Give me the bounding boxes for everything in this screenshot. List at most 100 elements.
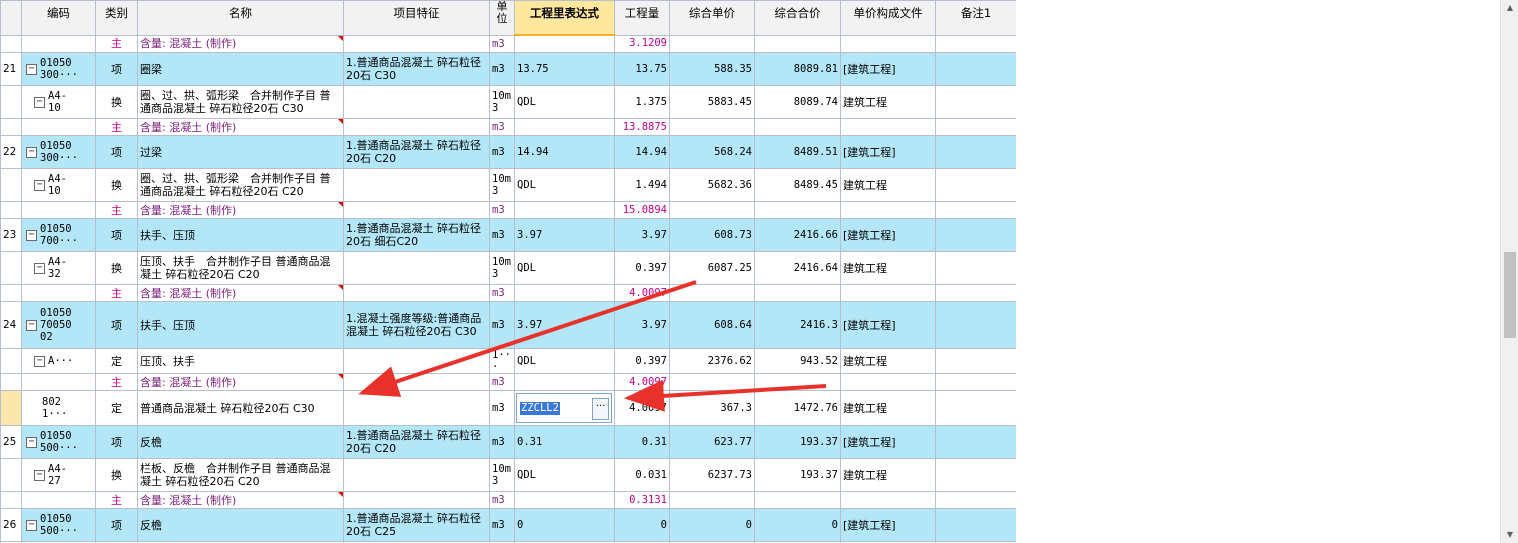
quantity-cell[interactable]: 1.375 <box>614 85 670 119</box>
row-number-cell[interactable] <box>0 168 22 202</box>
feature-cell[interactable] <box>343 85 490 119</box>
name-cell[interactable]: 扶手、压顶 <box>137 301 344 349</box>
feature-cell[interactable]: 1.混凝土强度等级:普通商品混凝土 碎石粒径20石 C30 <box>343 301 490 349</box>
name-cell[interactable]: 圈、过、拱、弧形梁 合并制作子目 普通商品混凝土 碎石粒径20石 C30 <box>137 85 344 119</box>
quantity-cell[interactable]: 0.397 <box>614 251 670 285</box>
feature-cell[interactable] <box>343 168 490 202</box>
col-header-remark1[interactable]: 备注1 <box>935 0 1016 36</box>
row-number-cell[interactable]: 26 <box>0 508 22 542</box>
type-cell[interactable]: 换 <box>95 168 138 202</box>
table-row[interactable]: − A4- 10 换圈、过、拱、弧形梁 合并制作子目 普通商品混凝土 碎石粒径20石… <box>0 168 1016 202</box>
price-file-cell[interactable]: 建筑工程 <box>840 251 936 285</box>
row-number-cell[interactable] <box>0 201 22 219</box>
col-header-unit[interactable]: 单位 <box>489 0 515 36</box>
table-row[interactable]: 主含量: 混凝土 (制作) m3 3.1209 <box>0 34 1016 53</box>
name-cell[interactable]: 含量: 混凝土 (制作) <box>137 201 344 219</box>
type-cell[interactable]: 项 <box>95 425 138 459</box>
feature-cell[interactable] <box>343 491 490 509</box>
price-file-cell[interactable]: 建筑工程 <box>840 458 936 492</box>
code-cell[interactable]: 802 1··· <box>21 390 96 426</box>
total-price-cell[interactable] <box>754 34 841 53</box>
col-header-price-file[interactable]: 单价构成文件 <box>840 0 936 36</box>
expression-cell[interactable]: QDL <box>514 168 615 202</box>
remark1-cell[interactable] <box>935 348 1016 374</box>
feature-cell[interactable] <box>343 201 490 219</box>
quantity-cell[interactable]: 0 <box>614 508 670 542</box>
price-file-cell[interactable]: [建筑工程] <box>840 52 936 86</box>
remark1-cell[interactable] <box>935 85 1016 119</box>
expression-cell[interactable]: QDL <box>514 458 615 492</box>
total-price-cell[interactable] <box>754 201 841 219</box>
unit-cell[interactable]: m3 <box>489 34 515 53</box>
price-file-cell[interactable] <box>840 34 936 53</box>
name-cell[interactable]: 含量: 混凝土 (制作) <box>137 118 344 136</box>
expression-cell[interactable]: 14.94 <box>514 135 615 169</box>
code-cell[interactable] <box>21 491 96 509</box>
row-number-cell[interactable] <box>0 348 22 374</box>
col-header-expression[interactable]: 工程里表达式 <box>514 0 615 36</box>
price-file-cell[interactable] <box>840 118 936 136</box>
row-number-cell[interactable] <box>0 118 22 136</box>
remark1-cell[interactable] <box>935 218 1016 252</box>
collapse-icon[interactable]: − <box>26 63 37 75</box>
vertical-scrollbar[interactable]: ▲ ▼ <box>1500 0 1518 543</box>
collapse-icon[interactable]: − <box>26 519 37 531</box>
total-price-cell[interactable] <box>754 118 841 136</box>
table-row[interactable]: 22−01050 300··· 项过梁 1.普通商品混凝土 碎石粒径20石 C20 m… <box>0 135 1016 169</box>
unit-price-cell[interactable] <box>669 373 755 391</box>
quantity-cell[interactable]: 4.0097 <box>614 373 670 391</box>
type-cell[interactable]: 主 <box>95 201 138 219</box>
unit-price-cell[interactable]: 5682.36 <box>669 168 755 202</box>
price-file-cell[interactable]: 建筑工程 <box>840 390 936 426</box>
row-number-header[interactable] <box>0 0 22 36</box>
quantity-cell[interactable]: 0.397 <box>614 348 670 374</box>
name-cell[interactable]: 过梁 <box>137 135 344 169</box>
table-row[interactable]: 24 −01050 70050 02 项扶手、压顶 1.混凝土强度等级:普通商品混凝土… <box>0 301 1016 349</box>
row-number-cell[interactable] <box>0 491 22 509</box>
quantity-cell[interactable]: 3.97 <box>614 218 670 252</box>
collapse-icon[interactable]: − <box>34 179 45 191</box>
name-cell[interactable]: 反檐 <box>137 508 344 542</box>
expression-cell[interactable] <box>514 201 615 219</box>
unit-cell[interactable]: m3 <box>489 201 515 219</box>
code-cell[interactable] <box>21 284 96 302</box>
total-price-cell[interactable] <box>754 284 841 302</box>
type-cell[interactable]: 定 <box>95 390 138 426</box>
type-cell[interactable]: 主 <box>95 491 138 509</box>
price-file-cell[interactable] <box>840 373 936 391</box>
feature-cell[interactable] <box>343 118 490 136</box>
quantity-cell[interactable]: 3.1209 <box>614 34 670 53</box>
feature-cell[interactable] <box>343 373 490 391</box>
remark1-cell[interactable] <box>935 508 1016 542</box>
row-number-cell[interactable]: 25 <box>0 425 22 459</box>
remark1-cell[interactable] <box>935 390 1016 426</box>
collapse-icon[interactable]: − <box>26 319 37 331</box>
price-file-cell[interactable]: [建筑工程] <box>840 301 936 349</box>
name-cell[interactable]: 含量: 混凝土 (制作) <box>137 491 344 509</box>
unit-cell[interactable]: m3 <box>489 218 515 252</box>
expression-cell[interactable] <box>514 118 615 136</box>
ellipsis-button[interactable]: ··· <box>592 398 609 420</box>
unit-cell[interactable]: 1··· <box>489 348 515 374</box>
code-cell[interactable]: − A4- 32 <box>21 251 96 285</box>
code-cell[interactable] <box>21 201 96 219</box>
price-file-cell[interactable]: [建筑工程] <box>840 508 936 542</box>
code-cell[interactable]: − A4- 27 <box>21 458 96 492</box>
remark1-cell[interactable] <box>935 458 1016 492</box>
unit-price-cell[interactable] <box>669 284 755 302</box>
code-cell[interactable]: −01050 300··· <box>21 52 96 86</box>
quantity-cell[interactable]: 1.494 <box>614 168 670 202</box>
table-row[interactable]: 主含量: 混凝土 (制作) m3 15.0894 <box>0 201 1016 219</box>
feature-cell[interactable] <box>343 34 490 53</box>
type-cell[interactable]: 换 <box>95 85 138 119</box>
type-cell[interactable]: 项 <box>95 52 138 86</box>
name-cell[interactable]: 压顶、扶手 合并制作子目 普通商品混凝土 碎石粒径20石 C20 <box>137 251 344 285</box>
total-price-cell[interactable]: 8089.81 <box>754 52 841 86</box>
code-cell[interactable]: −01050 70050 02 <box>21 301 96 349</box>
price-file-cell[interactable]: 建筑工程 <box>840 348 936 374</box>
expression-cell[interactable]: 3.97 <box>514 301 615 349</box>
unit-cell[interactable]: m3 <box>489 390 515 426</box>
type-cell[interactable]: 主 <box>95 118 138 136</box>
unit-price-cell[interactable] <box>669 491 755 509</box>
code-cell[interactable] <box>21 373 96 391</box>
